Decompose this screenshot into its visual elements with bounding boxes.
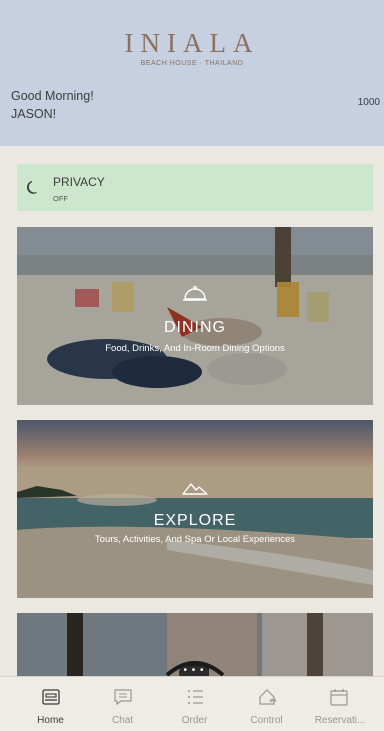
tab-order-label: Order — [181, 715, 208, 726]
moon-icon — [27, 181, 37, 194]
privacy-toggle[interactable]: PRIVACY OFF — [17, 164, 373, 211]
tab-order[interactable]: Order — [158, 677, 231, 731]
greeting: Good Morning! JASON! — [11, 87, 94, 123]
explore-subtitle: Tours, Activities, And Spa Or Local Expe… — [94, 534, 296, 545]
header: INIALA BEACH HOUSE · THAILAND Good Morni… — [0, 0, 384, 146]
tab-chat[interactable]: Chat — [86, 677, 159, 731]
bottom-tab-bar: Home Chat Order Control Reservati... — [0, 676, 384, 731]
dining-card[interactable]: DINING Food, Drinks, And In-Room Dining … — [17, 227, 373, 405]
dining-overlay — [17, 227, 373, 405]
chat-icon — [114, 689, 132, 706]
calendar-icon — [330, 689, 348, 706]
privacy-title: PRIVACY — [53, 175, 105, 189]
bed-icon — [42, 689, 60, 705]
list-icon — [188, 690, 203, 704]
explore-card[interactable]: EXPLORE Tours, Activities, And Spa Or Lo… — [17, 420, 373, 598]
mountain-icon — [17, 481, 373, 500]
tab-reservations-label: Reservati... — [314, 715, 366, 726]
explore-title: EXPLORE — [153, 512, 237, 529]
points-balance: 1000 — [357, 97, 380, 108]
privacy-state: OFF — [53, 194, 68, 203]
hotel-logo-subtitle: BEACH HOUSE · THAILAND — [140, 60, 244, 67]
tab-reservations[interactable]: Reservati... — [302, 677, 378, 731]
cloche-icon — [17, 285, 373, 308]
hotel-logo: INIALA — [124, 28, 260, 58]
tab-control[interactable]: Control — [230, 677, 303, 731]
greeting-line: Good Morning! — [11, 89, 94, 103]
tab-control-label: Control — [250, 715, 283, 726]
home-control-icon — [259, 689, 277, 705]
tab-home[interactable]: Home — [14, 677, 87, 731]
explore-overlay — [17, 420, 373, 598]
dining-title: DINING — [164, 319, 226, 336]
tab-home-label: Home — [37, 715, 64, 726]
guest-name: JASON! — [11, 107, 57, 121]
dining-subtitle: Food, Drinks, And In-Room Dining Options — [105, 343, 285, 354]
tab-chat-label: Chat — [111, 715, 134, 726]
